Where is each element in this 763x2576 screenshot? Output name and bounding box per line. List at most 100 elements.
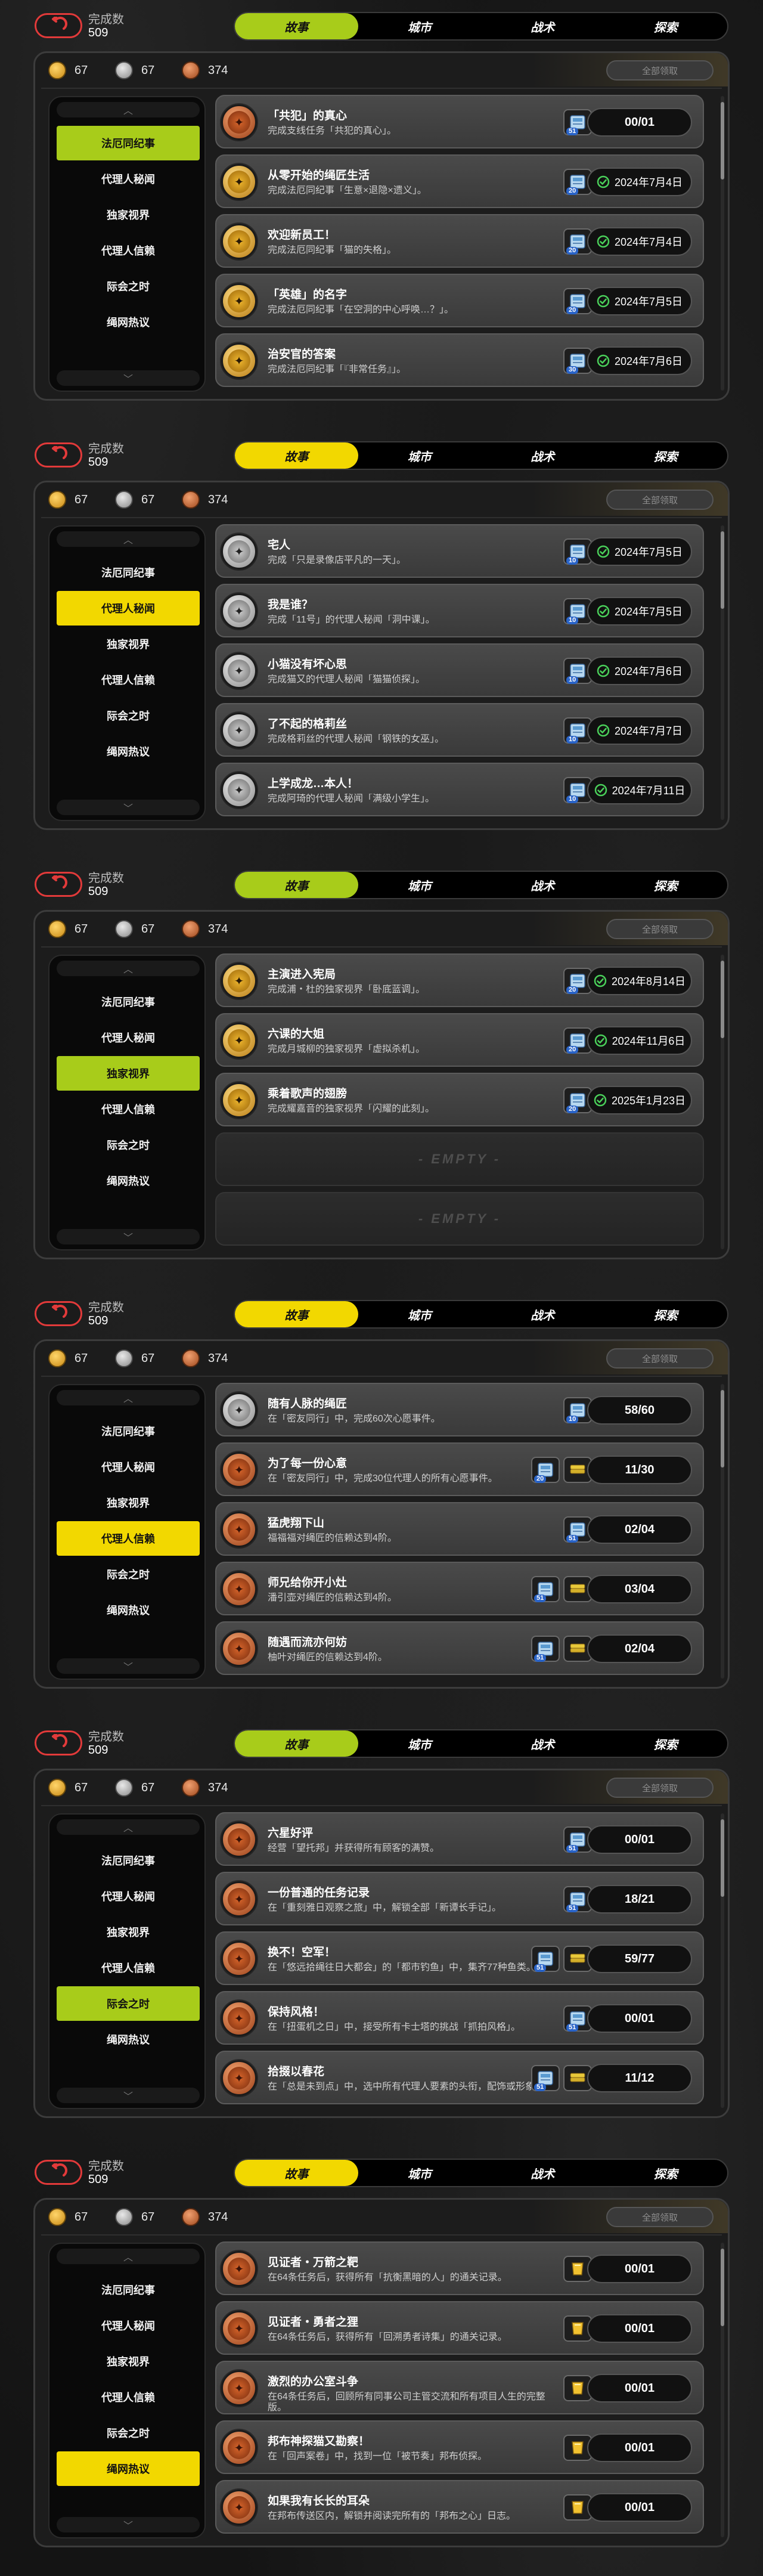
claim-all-button[interactable]: 全部领取 bbox=[606, 2207, 714, 2227]
sidebar-item-3[interactable]: 独家视界 bbox=[57, 1915, 200, 1949]
sidebar-item-6[interactable]: 绳网热议 bbox=[57, 2451, 200, 2486]
tab-4[interactable]: 探索 bbox=[604, 13, 728, 39]
chevron-up-icon[interactable]: ︿ bbox=[57, 1819, 200, 1835]
sidebar-item-2[interactable]: 代理人秘闻 bbox=[57, 591, 200, 626]
list-scrollbar[interactable] bbox=[721, 525, 724, 820]
sidebar-item-3[interactable]: 独家视界 bbox=[57, 2344, 200, 2379]
sidebar-item-1[interactable]: 法厄同纪事 bbox=[57, 1843, 200, 1878]
task-row[interactable]: ✦ 一份普通的任务记录 在「重刻雅日观察之旅」中，解锁全部「新谭长手记」。 51 18/… bbox=[215, 1872, 704, 1925]
tab-2[interactable]: 城市 bbox=[358, 442, 482, 469]
task-row[interactable]: ✦ 拾掇以春花 在「总是未到点」中，选中所有代理人要素的头衔，配饰或形象。 51 11/… bbox=[215, 2051, 704, 2104]
sidebar-item-4[interactable]: 代理人信赖 bbox=[57, 233, 200, 268]
sidebar-item-4[interactable]: 代理人信赖 bbox=[57, 2380, 200, 2414]
sidebar-item-1[interactable]: 法厄同纪事 bbox=[57, 126, 200, 160]
sidebar-item-2[interactable]: 代理人秘闻 bbox=[57, 162, 200, 196]
claim-all-button[interactable]: 全部领取 bbox=[606, 60, 714, 80]
progress-counter[interactable]: 02/04 bbox=[587, 1634, 692, 1663]
task-row[interactable]: ✦ 治安官的答案 完成法厄同纪事「『非常任务』」。 30 2024年7月6日 bbox=[215, 333, 704, 387]
tab-4[interactable]: 探索 bbox=[604, 442, 728, 469]
sidebar-item-1[interactable]: 法厄同纪事 bbox=[57, 2272, 200, 2307]
progress-counter[interactable]: 02/04 bbox=[587, 1515, 692, 1544]
task-row[interactable]: ✦ 欢迎新员工！ 完成法厄同纪事「猫的失格」。 20 2024年7月4日 bbox=[215, 214, 704, 268]
sidebar-item-3[interactable]: 独家视界 bbox=[57, 1056, 200, 1091]
tab-4[interactable]: 探索 bbox=[604, 2160, 728, 2186]
progress-counter[interactable]: 00/01 bbox=[587, 2433, 692, 2462]
task-row[interactable]: ✦ 「共犯」的真心 完成支线任务「共犯的真心」。 51 00/01 bbox=[215, 95, 704, 148]
chevron-up-icon[interactable]: ︿ bbox=[57, 531, 200, 547]
tab-2[interactable]: 城市 bbox=[358, 872, 482, 898]
tab-3[interactable]: 战术 bbox=[481, 1301, 604, 1327]
progress-counter[interactable]: 59/77 bbox=[587, 1945, 692, 1973]
chevron-down-icon[interactable]: ﹀ bbox=[57, 1229, 200, 1244]
chevron-down-icon[interactable]: ﹀ bbox=[57, 1658, 200, 1674]
sidebar-item-3[interactable]: 独家视界 bbox=[57, 197, 200, 232]
sidebar-item-5[interactable]: 际会之时 bbox=[57, 269, 200, 304]
list-scrollbar[interactable] bbox=[721, 1384, 724, 1679]
back-button[interactable] bbox=[35, 2160, 82, 2185]
reward-ticket-icon[interactable]: 51 bbox=[531, 2065, 560, 2091]
task-row[interactable]: ✦ 随遇而流亦何妨 柚叶对绳匠的信赖达到4阶。 51 02/04 bbox=[215, 1621, 704, 1675]
tab-2[interactable]: 城市 bbox=[358, 1730, 482, 1757]
task-row[interactable]: ✦ 见证者・勇者之狸 在64条任务后，获得所有「回溯勇者诗集」的通关记录。 00/01 bbox=[215, 2301, 704, 2355]
task-row[interactable]: ✦ 主演进入宪局 完成浦・杜的独家视界「卧底蓝调」。 20 2024年8月14日 bbox=[215, 953, 704, 1007]
tab-3[interactable]: 战术 bbox=[481, 2160, 604, 2186]
list-scrollbar[interactable] bbox=[721, 955, 724, 1249]
sidebar-item-4[interactable]: 代理人信赖 bbox=[57, 1950, 200, 1985]
sidebar-item-6[interactable]: 绳网热议 bbox=[57, 1163, 200, 1198]
scrollbar-thumb[interactable] bbox=[721, 1390, 724, 1467]
task-row[interactable]: ✦ 为了每一份心意 在「密友同行」中，完成30位代理人的所有心愿事件。 20 11/30 bbox=[215, 1442, 704, 1496]
tab-4[interactable]: 探索 bbox=[604, 1730, 728, 1757]
progress-counter[interactable]: 11/12 bbox=[587, 2064, 692, 2092]
tab-4[interactable]: 探索 bbox=[604, 872, 728, 898]
progress-counter[interactable]: 11/30 bbox=[587, 1456, 692, 1484]
chevron-down-icon[interactable]: ﹀ bbox=[57, 2517, 200, 2532]
progress-counter[interactable]: 18/21 bbox=[587, 1885, 692, 1914]
sidebar-item-5[interactable]: 际会之时 bbox=[57, 1557, 200, 1592]
sidebar-item-1[interactable]: 法厄同纪事 bbox=[57, 1414, 200, 1448]
chevron-up-icon[interactable]: ︿ bbox=[57, 961, 200, 976]
tab-2[interactable]: 城市 bbox=[358, 13, 482, 39]
task-row[interactable]: ✦ 激烈的办公室斗争 在64条任务后，回顾所有同事公司主管交流和所有项目人生的完整版… bbox=[215, 2361, 704, 2414]
tab-3[interactable]: 战术 bbox=[481, 442, 604, 469]
task-row[interactable]: ✦ 小猫没有坏心思 完成猫又的代理人秘闻「猫猫侦探」。 10 2024年7月6日 bbox=[215, 643, 704, 697]
sidebar-item-1[interactable]: 法厄同纪事 bbox=[57, 984, 200, 1019]
list-scrollbar[interactable] bbox=[721, 96, 724, 391]
chevron-down-icon[interactable]: ﹀ bbox=[57, 2088, 200, 2103]
tab-1[interactable]: 故事 bbox=[235, 442, 358, 469]
task-row[interactable]: ✦ 如果我有长长的耳朵 在邦布传送区内，解锁并阅读完所有的「邦布之心」日志。 00/0… bbox=[215, 2480, 704, 2534]
task-row[interactable]: ✦ 宅人 完成「只是录像店平凡的一天」。 10 2024年7月5日 bbox=[215, 524, 704, 578]
progress-counter[interactable]: 00/01 bbox=[587, 2255, 692, 2283]
scrollbar-thumb[interactable] bbox=[721, 1819, 724, 1897]
sidebar-item-5[interactable]: 际会之时 bbox=[57, 2416, 200, 2450]
claim-all-button[interactable]: 全部领取 bbox=[606, 1778, 714, 1798]
tab-3[interactable]: 战术 bbox=[481, 13, 604, 39]
progress-counter[interactable]: 00/01 bbox=[587, 2004, 692, 2033]
progress-counter[interactable]: 00/01 bbox=[587, 2493, 692, 2522]
progress-counter[interactable]: 00/01 bbox=[587, 2374, 692, 2402]
list-scrollbar[interactable] bbox=[721, 1813, 724, 2108]
list-scrollbar[interactable] bbox=[721, 2243, 724, 2537]
sidebar-item-6[interactable]: 绳网热议 bbox=[57, 734, 200, 769]
scrollbar-thumb[interactable] bbox=[721, 531, 724, 609]
sidebar-item-6[interactable]: 绳网热议 bbox=[57, 1593, 200, 1627]
back-button[interactable] bbox=[35, 13, 82, 38]
reward-ticket-icon[interactable]: 20 bbox=[531, 1457, 560, 1483]
claim-all-button[interactable]: 全部领取 bbox=[606, 1348, 714, 1368]
back-button[interactable] bbox=[35, 1730, 82, 1755]
task-row[interactable]: ✦ 六课的大姐 完成月城柳的独家视界「虚拟杀机」。 20 2024年11月6日 bbox=[215, 1013, 704, 1067]
task-row[interactable]: ✦ 猛虎翔下山 福福福对绳匠的信赖达到4阶。 51 02/04 bbox=[215, 1502, 704, 1556]
progress-counter[interactable]: 00/01 bbox=[587, 1825, 692, 1854]
sidebar-item-5[interactable]: 际会之时 bbox=[57, 1986, 200, 2021]
sidebar-item-4[interactable]: 代理人信赖 bbox=[57, 662, 200, 697]
back-button[interactable] bbox=[35, 442, 82, 467]
tab-3[interactable]: 战术 bbox=[481, 872, 604, 898]
sidebar-item-2[interactable]: 代理人秘闻 bbox=[57, 1450, 200, 1484]
back-button[interactable] bbox=[35, 1301, 82, 1326]
chevron-down-icon[interactable]: ﹀ bbox=[57, 370, 200, 386]
sidebar-item-6[interactable]: 绳网热议 bbox=[57, 2022, 200, 2057]
progress-counter[interactable]: 00/01 bbox=[587, 2314, 692, 2343]
task-row[interactable]: ✦ 了不起的格莉丝 完成格莉丝的代理人秘闻「钢铁的女巫」。 10 2024年7月7日 bbox=[215, 703, 704, 757]
progress-counter[interactable]: 00/01 bbox=[587, 108, 692, 137]
scrollbar-thumb[interactable] bbox=[721, 2249, 724, 2326]
tab-1[interactable]: 故事 bbox=[235, 13, 358, 39]
